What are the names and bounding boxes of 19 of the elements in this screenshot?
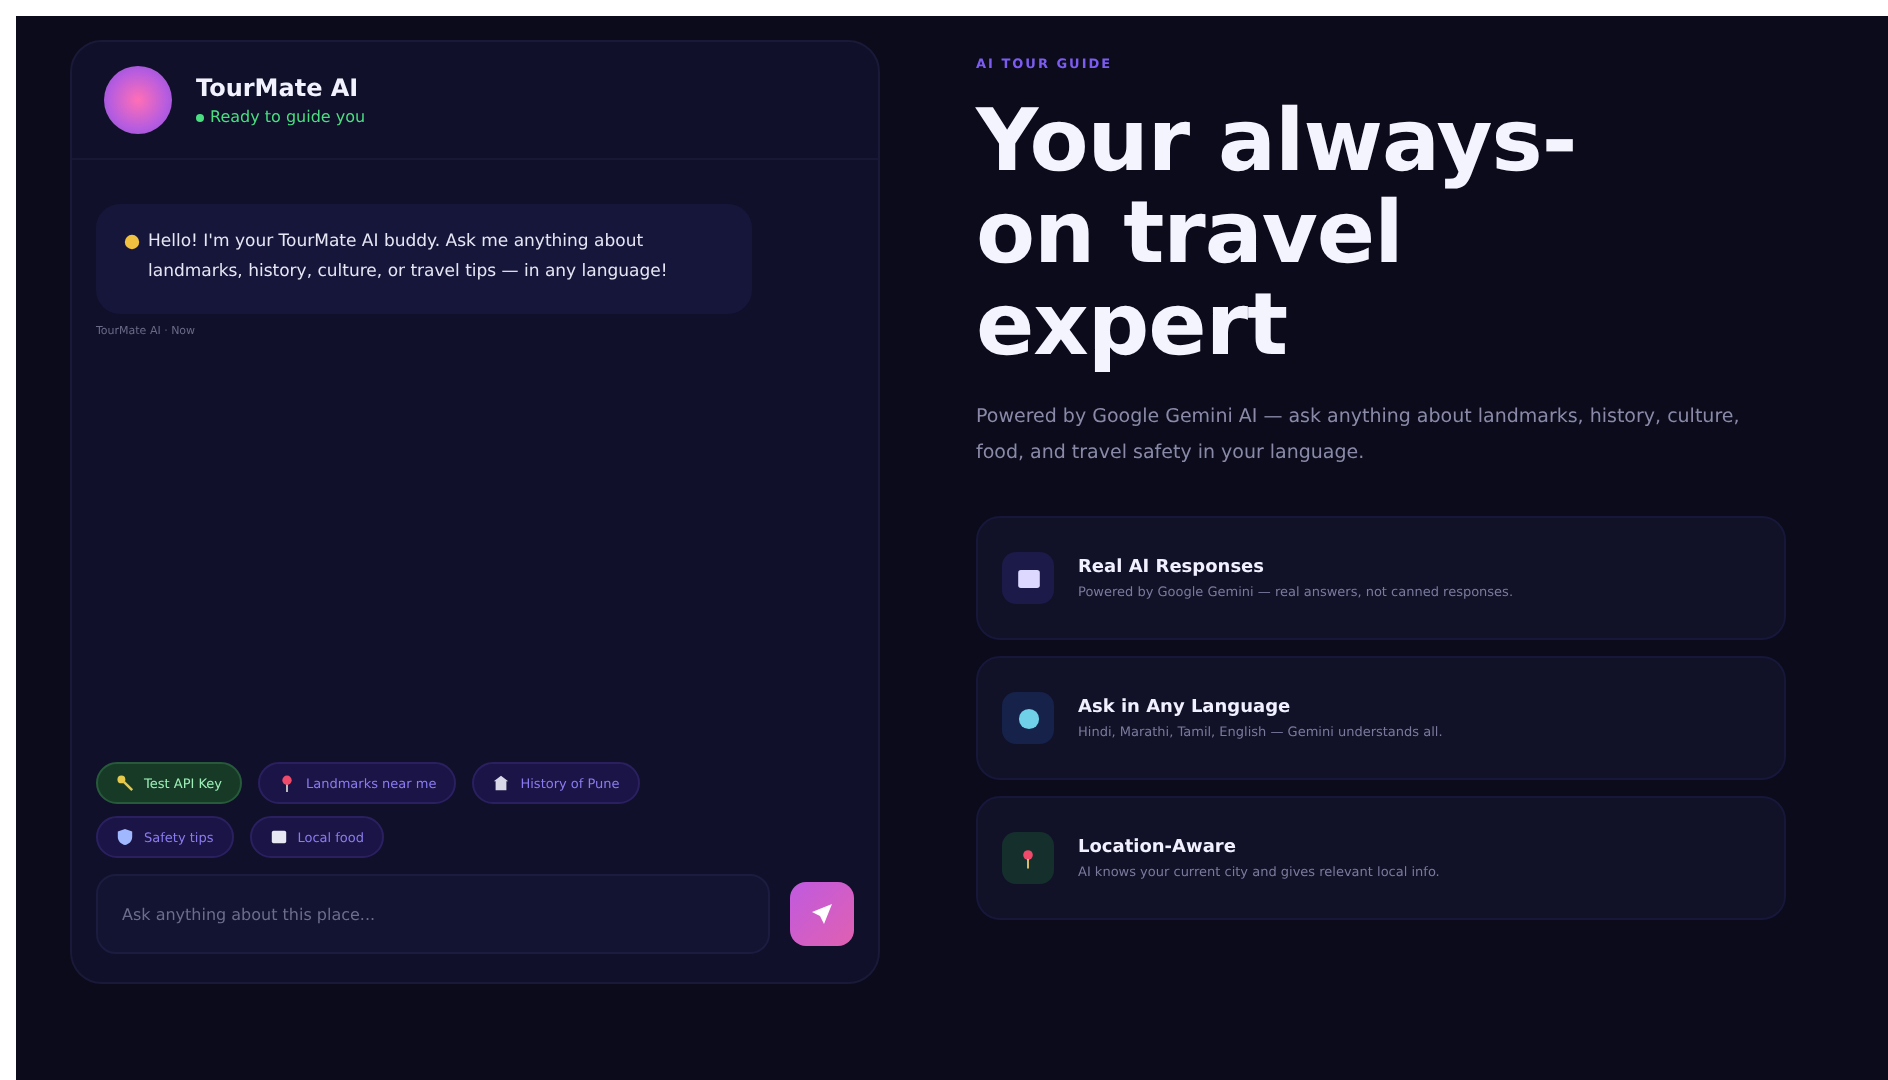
feature-title: Ask in Any Language xyxy=(1078,697,1293,718)
send-button[interactable] xyxy=(790,882,854,946)
bot-avatar xyxy=(104,66,172,134)
shield-icon xyxy=(116,828,134,846)
bot-status: Ready to guide you xyxy=(210,108,366,126)
pin-icon xyxy=(1020,847,1036,870)
key-icon xyxy=(116,774,134,792)
hero-description: Powered by Google Gemini AI — ask anything about landmarks, history, culture, food, and travel safety in your language. xyxy=(976,404,1742,469)
message-input[interactable]: Ask anything about this place... xyxy=(96,874,770,954)
headline: Your always- xyxy=(976,96,1579,188)
message-bubble: Hello! I'm your TourMate AI buddy. Ask me anything about landmarks, history, culture, or travel tips — in any language! xyxy=(96,204,752,314)
building-icon xyxy=(492,774,511,792)
send-icon xyxy=(810,902,834,926)
pin-icon xyxy=(278,774,296,792)
feature-title: Location-Aware xyxy=(1078,837,1238,858)
headline: expert xyxy=(976,280,1290,372)
feature-title: Real AI Responses xyxy=(1078,557,1267,578)
headline: on travel xyxy=(976,188,1403,280)
bot-name: TourMate AI xyxy=(196,74,361,102)
